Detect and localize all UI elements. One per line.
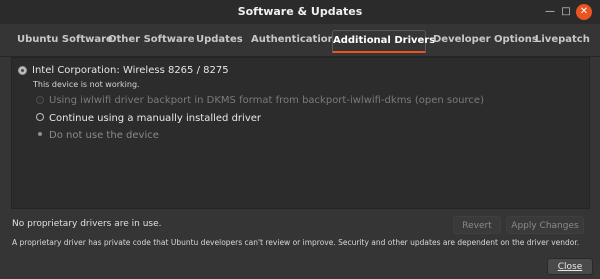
apply-changes-button[interactable]: Apply Changes xyxy=(506,216,584,234)
tab-developer-options[interactable]: Developer Options xyxy=(433,24,538,56)
tab-bar: Ubuntu Software Other Software Updates A… xyxy=(0,24,600,57)
tab-ubuntu-software[interactable]: Ubuntu Software xyxy=(17,24,113,56)
minimize-icon[interactable]: — xyxy=(542,4,558,20)
drivers-list-panel: Intel Corporation: Wireless 8265 / 8275 … xyxy=(11,57,590,209)
driver-option-manual[interactable]: Continue using a manually installed driv… xyxy=(49,113,261,124)
tab-additional-drivers[interactable]: Additional Drivers xyxy=(332,30,435,53)
driver-option-none[interactable]: Do not use the device xyxy=(49,130,159,141)
close-button[interactable]: Close xyxy=(547,258,593,275)
close-window-icon[interactable]: ✕ xyxy=(576,4,592,20)
titlebar: Software & Updates — □ ✕ xyxy=(0,0,600,25)
tab-authentication[interactable]: Authentication xyxy=(251,24,335,56)
tab-updates[interactable]: Updates xyxy=(196,24,243,56)
proprietary-driver-note: A proprietary driver has private code th… xyxy=(12,238,580,247)
window-title: Software & Updates xyxy=(237,5,363,18)
tab-other-software[interactable]: Other Software xyxy=(108,24,195,56)
device-status: This device is not working. xyxy=(33,80,140,89)
device-status-icon xyxy=(18,66,27,75)
tab-livepatch[interactable]: Livepatch xyxy=(535,24,590,56)
revert-button[interactable]: Revert xyxy=(453,216,501,234)
driver-option-radio-dkms[interactable] xyxy=(36,96,44,104)
software-updates-window: Software & Updates — □ ✕ Ubuntu Software… xyxy=(0,0,600,279)
maximize-icon[interactable]: □ xyxy=(558,4,574,20)
close-button-label: Close xyxy=(557,262,583,272)
driver-option-radio-none[interactable] xyxy=(36,130,44,138)
driver-option-radio-manual[interactable] xyxy=(36,113,44,121)
driver-option-dkms[interactable]: Using iwlwifi driver backport in DKMS fo… xyxy=(49,95,484,106)
drivers-status: No proprietary drivers are in use. xyxy=(12,219,162,229)
device-name: Intel Corporation: Wireless 8265 / 8275 xyxy=(32,65,229,76)
